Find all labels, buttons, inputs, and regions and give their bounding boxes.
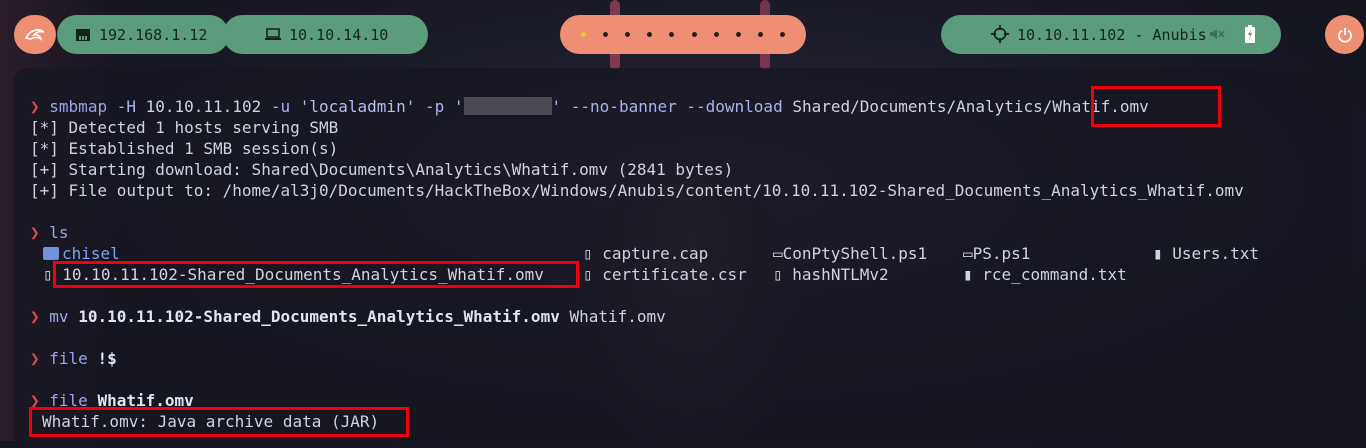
prompt-symbol: ❯ bbox=[30, 97, 40, 116]
workspace-dot[interactable] bbox=[735, 32, 741, 37]
highlight-box-downloaded-file bbox=[1091, 86, 1221, 127]
workspace-dot[interactable] bbox=[624, 32, 630, 37]
command-line-file-bang: ❯ file !$ bbox=[30, 349, 117, 368]
local-ip-text: 192.168.1.12 bbox=[99, 25, 208, 44]
laptop-icon bbox=[265, 27, 281, 41]
local-ip-widget[interactable]: 192.168.1.12 bbox=[57, 15, 229, 54]
text-file-icon: ▮ bbox=[963, 265, 973, 284]
battery-icon[interactable] bbox=[1245, 25, 1255, 43]
muted-speaker-icon[interactable] bbox=[1209, 27, 1225, 41]
ls-item-ps: ▭PS.ps1 bbox=[963, 244, 1031, 263]
output-line: [+] File output to: /home/al3j0/Document… bbox=[30, 181, 1244, 200]
workspace-switcher[interactable] bbox=[560, 15, 806, 54]
text-file-icon: ▮ bbox=[1153, 244, 1163, 263]
command-line-mv: ❯ mv 10.10.11.102-Shared_Documents_Analy… bbox=[30, 307, 666, 326]
power-button[interactable] bbox=[1325, 15, 1364, 54]
target-text: 10.10.11.102 - Anubis bbox=[1017, 25, 1207, 44]
workspace-dot[interactable] bbox=[580, 32, 586, 37]
command-line-smbmap: ❯ smbmap -H 10.10.11.102 -u 'localadmin'… bbox=[30, 97, 1149, 116]
ls-item-certificate: ▯ certificate.csr bbox=[583, 265, 747, 284]
workspace-dot[interactable] bbox=[669, 32, 675, 37]
workspace-dot[interactable] bbox=[691, 32, 697, 37]
kali-dragon-icon bbox=[24, 26, 46, 44]
workspace-dot[interactable] bbox=[647, 32, 653, 37]
redacted-password bbox=[463, 97, 552, 115]
file-icon: ▯ bbox=[583, 265, 593, 284]
workspace-dot[interactable] bbox=[713, 32, 719, 37]
power-icon bbox=[1337, 27, 1353, 43]
ls-item-rce: ▮ rce_command.txt bbox=[963, 265, 1127, 284]
vpn-ip-widget[interactable]: 10.10.14.10 bbox=[223, 15, 428, 54]
ls-item-hash: ▯ hashNTLMv2 bbox=[773, 265, 889, 284]
file-icon: ▯ bbox=[773, 265, 783, 284]
file-icon: ▯ bbox=[583, 244, 593, 263]
ethernet-icon bbox=[75, 28, 91, 42]
vpn-ip-text: 10.10.14.10 bbox=[289, 25, 389, 44]
command-line-ls: ❯ ls bbox=[30, 223, 69, 242]
workspace-dot[interactable] bbox=[780, 32, 786, 37]
ls-item-users: ▮ Users.txt bbox=[1153, 244, 1259, 263]
output-line: [*] Established 1 SMB session(s) bbox=[30, 139, 339, 158]
highlight-box-ls-file bbox=[53, 261, 579, 288]
powershell-icon: ▭ bbox=[963, 244, 973, 263]
target-widget[interactable]: 10.10.11.102 - Anubis bbox=[941, 15, 1281, 54]
ls-item-conpty: ▭ConPtyShell.ps1 bbox=[773, 244, 928, 263]
powershell-icon: ▭ bbox=[773, 244, 783, 263]
file-icon: ▯ bbox=[43, 265, 53, 284]
highlight-box-file-result bbox=[29, 407, 409, 437]
output-line: [+] Starting download: Shared\Documents\… bbox=[30, 160, 734, 179]
folder-icon bbox=[43, 247, 59, 260]
ls-item-capture: ▯ capture.cap bbox=[583, 244, 709, 263]
workspace-dot[interactable] bbox=[602, 32, 608, 37]
crosshair-icon bbox=[991, 25, 1009, 43]
workspace-dot[interactable] bbox=[758, 32, 764, 37]
output-line: [*] Detected 1 hosts serving SMB bbox=[30, 118, 339, 137]
menu-logo-button[interactable] bbox=[14, 15, 56, 54]
